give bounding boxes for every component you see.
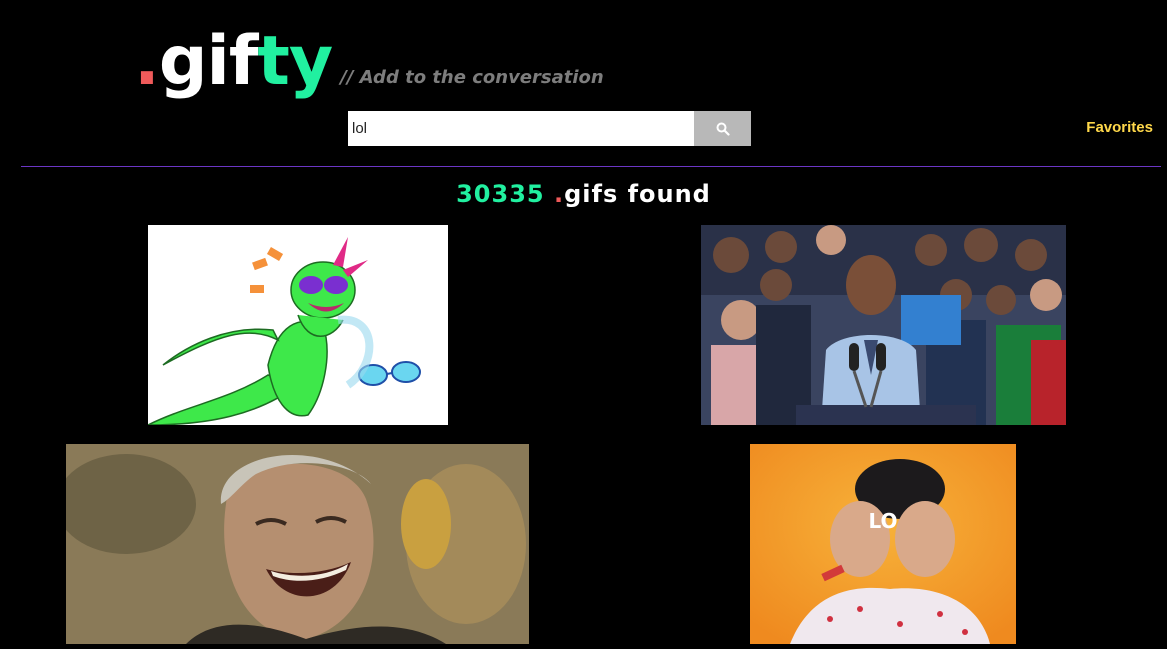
- tagline: // Add to the conversation: [340, 67, 604, 88]
- gif-image-lol-person: LO: [750, 444, 1016, 644]
- page: .gifty // Add to the conversation Favori…: [0, 0, 1167, 649]
- logo-gif: gif: [158, 22, 259, 101]
- gif-overlay-text: LO: [868, 509, 897, 533]
- gif-result[interactable]: LO: [750, 444, 1016, 644]
- gif-result[interactable]: [701, 225, 1066, 425]
- search-bar: [348, 111, 751, 146]
- search-input[interactable]: [348, 111, 694, 146]
- results-count: 30335 .gifs found: [0, 180, 1167, 208]
- logo[interactable]: .gifty // Add to the conversation: [134, 28, 604, 96]
- header-divider: [21, 166, 1161, 167]
- logo-ty: ty: [257, 22, 333, 101]
- results-count-number: 30335: [456, 180, 545, 208]
- gif-result[interactable]: [66, 444, 529, 644]
- logo-dot: .: [134, 22, 160, 101]
- logo-wordmark[interactable]: .gifty: [134, 28, 333, 96]
- gif-image-podium: [701, 225, 1066, 425]
- results-count-dot: .: [553, 180, 565, 208]
- search-button[interactable]: [694, 111, 751, 146]
- gif-image-vintage-man: [66, 444, 529, 644]
- search-icon: [716, 122, 730, 136]
- favorites-link[interactable]: Favorites: [1086, 119, 1153, 136]
- gif-image-lizard: [148, 225, 448, 425]
- results-count-suffix: gifs found: [564, 180, 711, 208]
- gif-result[interactable]: [148, 225, 448, 425]
